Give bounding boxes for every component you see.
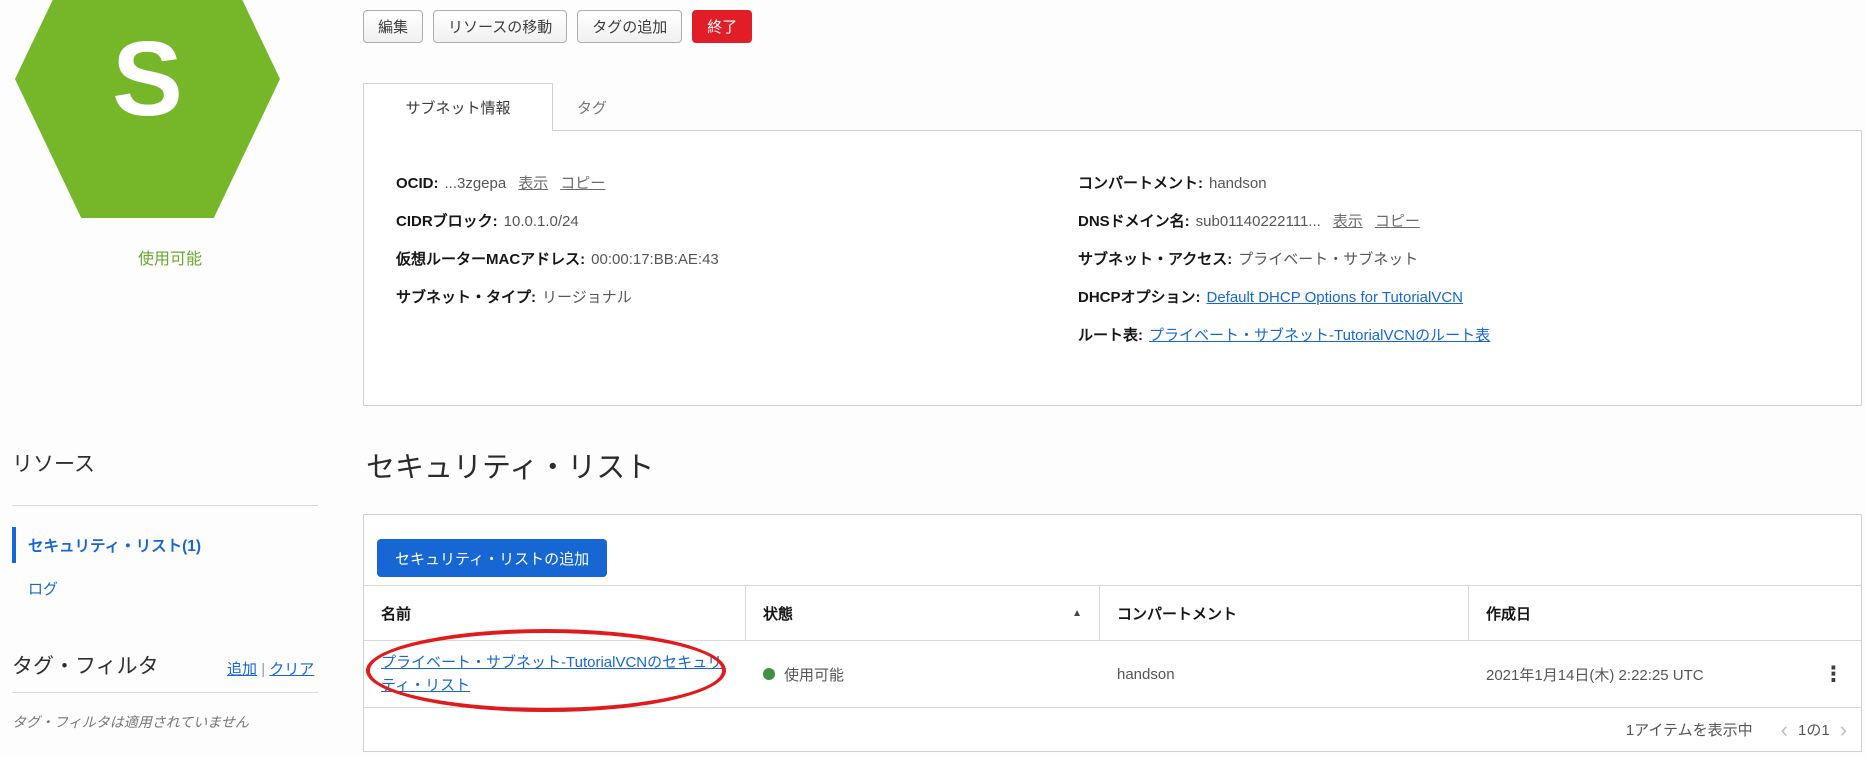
page-prev-icon[interactable]: ‹ bbox=[1781, 719, 1788, 741]
field-value: リージョナル bbox=[542, 289, 632, 306]
cell-created: 2021年1月14日(木) 2:22:25 UTC ⋮ bbox=[1469, 664, 1861, 685]
field-cidr-block: CIDRブロック: 10.0.1.0/24 bbox=[396, 211, 719, 232]
field-ocid: OCID: ...3zgepa 表示コピー bbox=[396, 173, 719, 194]
tab-subnet-info[interactable]: サブネット情報 bbox=[363, 83, 553, 131]
field-label: OCID: bbox=[396, 175, 439, 192]
field-virtual-router-mac: 仮想ルーターMACアドレス: 00:00:17:BB:AE:43 bbox=[396, 249, 719, 270]
field-route-table: ルート表: プライベート・サブネット-TutorialVCNのルート表 bbox=[1078, 325, 1490, 346]
dhcp-options-link[interactable]: Default DHCP Options for TutorialVCN bbox=[1207, 289, 1464, 306]
status-available-dot-icon bbox=[763, 668, 775, 680]
field-dhcp-options: DHCPオプション: Default DHCP Options for Tutor… bbox=[1078, 287, 1490, 308]
column-header-created[interactable]: 作成日 bbox=[1469, 586, 1861, 640]
subnet-status-hexagon-icon: S bbox=[15, 0, 280, 218]
tab-tags[interactable]: タグ bbox=[577, 83, 607, 131]
field-subnet-access: サブネット・アクセス: プライベート・サブネット bbox=[1078, 249, 1490, 270]
sidebar-item-security-lists[interactable]: セキュリティ・リスト(1) bbox=[12, 527, 201, 563]
security-list-panel: セキュリティ・リストの追加 名前 状態▲ コンパートメント 作成日 プライベート… bbox=[363, 514, 1862, 752]
field-label: サブネット・アクセス: bbox=[1078, 251, 1232, 268]
items-shown-text: 1アイテムを表示中 bbox=[1626, 719, 1753, 740]
info-column-right: コンパートメント: handson DNSドメイン名: sub01140222111… bbox=[1078, 173, 1490, 363]
tag-filter-heading: タグ・フィルタ bbox=[12, 650, 159, 680]
field-value: ...3zgepa bbox=[445, 175, 507, 192]
page-indicator: 1の1 bbox=[1798, 719, 1830, 740]
field-label: CIDRブロック: bbox=[396, 213, 498, 230]
status-text: 使用可能 bbox=[784, 664, 844, 685]
sidebar-divider bbox=[12, 505, 318, 506]
ocid-copy-link[interactable]: コピー bbox=[560, 175, 605, 192]
sidebar-divider bbox=[12, 692, 318, 693]
tag-filter-empty-note: タグ・フィルタは適用されていません bbox=[12, 712, 249, 732]
field-dns-domain: DNSドメイン名: sub01140222111... 表示コピー bbox=[1078, 211, 1490, 232]
field-value: 10.0.1.0/24 bbox=[504, 213, 579, 230]
ocid-show-link[interactable]: 表示 bbox=[518, 175, 548, 192]
field-value: 00:00:17:BB:AE:43 bbox=[591, 251, 719, 268]
field-label: DNSドメイン名: bbox=[1078, 213, 1190, 230]
sort-asc-icon[interactable]: ▲ bbox=[1072, 608, 1082, 619]
security-list-name-link[interactable]: プライベート・サブネット-TutorialVCNのセキュリティ・リスト bbox=[381, 651, 729, 697]
field-label: 仮想ルーターMACアドレス: bbox=[396, 251, 585, 268]
status-label: 使用可能 bbox=[0, 245, 340, 269]
info-column-left: OCID: ...3zgepa 表示コピー CIDRブロック: 10.0.1.0/24… bbox=[396, 173, 719, 325]
field-label: サブネット・タイプ: bbox=[396, 289, 536, 306]
column-header-name[interactable]: 名前 bbox=[364, 586, 746, 640]
dns-show-link[interactable]: 表示 bbox=[1333, 213, 1363, 230]
edit-button[interactable]: 編集 bbox=[363, 10, 423, 43]
table-header-row: 名前 状態▲ コンパートメント 作成日 bbox=[364, 585, 1861, 641]
subnet-detail-page: S 使用可能 編集 リソースの移動 タグの追加 終了 サブネット情報 タグ OC… bbox=[0, 0, 1866, 757]
tag-filter-clear-link[interactable]: クリア bbox=[269, 661, 314, 678]
cell-status: 使用可能 bbox=[746, 664, 1100, 685]
column-header-status[interactable]: 状態▲ bbox=[746, 586, 1100, 640]
field-compartment: コンパートメント: handson bbox=[1078, 173, 1490, 194]
page-next-icon[interactable]: › bbox=[1840, 719, 1847, 741]
table-row: プライベート・サブネット-TutorialVCNのセキュリティ・リスト 使用可能… bbox=[364, 641, 1861, 707]
cell-name: プライベート・サブネット-TutorialVCNのセキュリティ・リスト bbox=[364, 651, 746, 697]
tag-filter-links: 追加 | クリア bbox=[227, 658, 314, 679]
add-tags-button[interactable]: タグの追加 bbox=[577, 10, 682, 43]
field-label: ルート表: bbox=[1078, 327, 1143, 344]
field-subnet-type: サブネット・タイプ: リージョナル bbox=[396, 287, 719, 308]
terminate-button[interactable]: 終了 bbox=[692, 10, 752, 43]
field-label: DHCPオプション: bbox=[1078, 289, 1201, 306]
column-header-compartment[interactable]: コンパートメント bbox=[1100, 586, 1469, 640]
move-resource-button[interactable]: リソースの移動 bbox=[433, 10, 567, 43]
field-label: コンパートメント: bbox=[1078, 175, 1203, 192]
row-actions-kebab-icon[interactable]: ⋮ bbox=[1823, 664, 1844, 685]
tag-filter-add-link[interactable]: 追加 bbox=[227, 661, 257, 678]
table-footer: 1アイテムを表示中 ‹ 1の1 › bbox=[364, 707, 1861, 751]
subnet-info-panel: OCID:...3zgepa表示コピー CIDRブロック:10.0.1.0/24… bbox=[363, 130, 1862, 406]
sidebar-item-logs[interactable]: ログ bbox=[28, 578, 58, 599]
route-table-link[interactable]: プライベート・サブネット-TutorialVCNのルート表 bbox=[1149, 327, 1490, 344]
field-value: プライベート・サブネット bbox=[1238, 251, 1418, 268]
resources-heading: リソース bbox=[12, 448, 95, 478]
dns-copy-link[interactable]: コピー bbox=[1375, 213, 1420, 230]
pagination: ‹ 1の1 › bbox=[1781, 719, 1847, 741]
cell-compartment: handson bbox=[1100, 666, 1469, 683]
add-security-list-button[interactable]: セキュリティ・リストの追加 bbox=[377, 539, 607, 577]
hexagon-letter: S bbox=[112, 26, 183, 132]
field-value: handson bbox=[1209, 175, 1267, 192]
toolbar: 編集 リソースの移動 タグの追加 終了 bbox=[363, 10, 752, 43]
security-list-heading: セキュリティ・リスト bbox=[366, 444, 654, 486]
field-value: sub01140222111... bbox=[1196, 213, 1321, 230]
tag-filter-separator: | bbox=[261, 661, 265, 678]
